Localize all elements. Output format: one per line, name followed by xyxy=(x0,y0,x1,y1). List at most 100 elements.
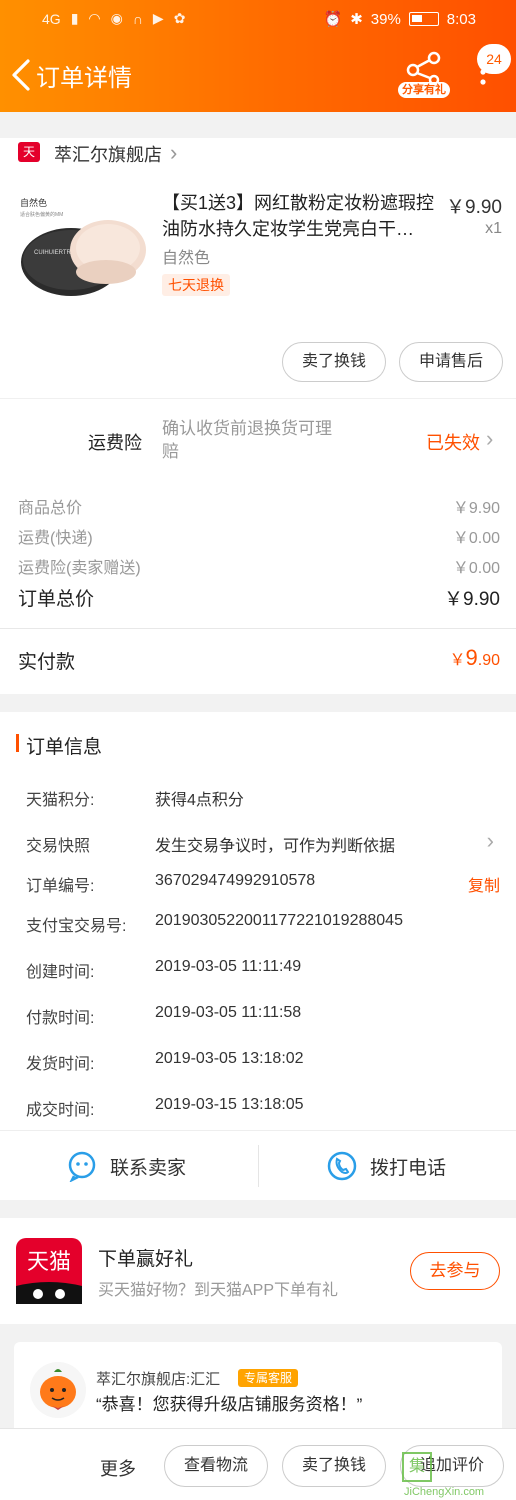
promo-title: 下单赢好礼 xyxy=(98,1249,194,1270)
order-total-line: 订单总价 ￥9.90 xyxy=(18,584,500,611)
price-line-value: ￥9.90 xyxy=(452,500,500,517)
order-info-section: 订单信息 天猫积分: 获得4点积分 交易快照 发生交易争议时，可作为判断依据 ›… xyxy=(0,712,516,1130)
info-key: 创建时间: xyxy=(26,964,95,981)
order-number: 367029474992910578 xyxy=(155,872,316,889)
info-key: 天猫积分: xyxy=(26,792,95,809)
alarm-icon: ⏰ xyxy=(323,11,343,28)
product-image[interactable]: 自然色 适合肤色偏黄的MM CUIHUIERTREE xyxy=(16,190,146,300)
service-message-card[interactable]: 萃汇尔旗舰店:汇汇 专属客服 “恭喜！您获得升级店铺服务资格！” xyxy=(14,1342,502,1442)
battery-percent: 39% xyxy=(370,10,401,28)
price-line-label: 运费(快递) xyxy=(18,530,93,547)
clock-time: 8:03 xyxy=(446,10,476,28)
join-promo-button[interactable]: 去参与 xyxy=(410,1252,500,1290)
price-line-value: ￥0.00 xyxy=(452,530,500,547)
play-icon: ▶ xyxy=(152,10,164,26)
info-value: 2019030522001177221019288045 xyxy=(155,912,403,929)
service-mascot-avatar xyxy=(30,1362,86,1418)
more-actions-button[interactable]: 更多 xyxy=(100,1455,136,1481)
product-variant: 自然色 xyxy=(162,250,211,267)
currency-symbol: ￥ xyxy=(449,652,466,669)
back-arrow-icon[interactable] xyxy=(8,58,34,92)
price-line-shipping: 运费(快递) ￥0.00 xyxy=(18,524,500,548)
info-key: 支付宝交易号: xyxy=(26,918,127,935)
price-line-insurance: 运费险(卖家赠送) ￥0.00 xyxy=(18,554,500,578)
amount-decimal: .90 xyxy=(477,652,500,669)
chevron-right-icon[interactable]: › xyxy=(486,426,493,452)
product-quantity: x1 xyxy=(485,220,502,237)
watermark-glyph: 集 xyxy=(402,1452,432,1482)
promo-subtitle: 买天猫好物？到天猫APP下单有礼 xyxy=(98,1282,339,1299)
tmall-app-logo: 天猫 xyxy=(16,1238,82,1304)
share-icon xyxy=(406,51,441,86)
price-line-value: ￥0.00 xyxy=(452,560,500,577)
call-phone-label: 拨打电话 xyxy=(370,1157,447,1179)
page-title: 订单详情 xyxy=(36,65,132,92)
price-breakdown: 商品总价 ￥9.90 运费(快递) ￥0.00 运费险(卖家赠送) ￥0.00 … xyxy=(0,480,516,628)
price-line-goods: 商品总价 ￥9.90 xyxy=(18,494,500,518)
info-key: 订单编号: xyxy=(26,878,95,895)
info-key: 成交时间: xyxy=(26,1102,95,1119)
contact-row: 联系卖家 拨打电话 xyxy=(0,1130,516,1200)
actual-payment-row: 实付款 ￥9.90 xyxy=(0,628,516,694)
battery-icon xyxy=(408,12,439,26)
insurance-status: 已失效 xyxy=(426,433,480,453)
actual-payment-label: 实付款 xyxy=(18,652,76,673)
info-value: 2019-03-15 13:18:05 xyxy=(155,1096,304,1113)
call-phone-button[interactable]: 拨打电话 xyxy=(326,1149,446,1183)
message-count-badge[interactable]: 24 xyxy=(477,44,511,74)
watermark-text: JiChengXin.com xyxy=(404,1486,485,1498)
info-value: 2019-03-05 13:18:02 xyxy=(155,1050,304,1067)
apply-aftersale-button[interactable]: 申请售后 xyxy=(399,342,503,382)
product-price: ￥9.90 xyxy=(446,197,502,218)
eye-icon: ◉ xyxy=(110,10,123,26)
product-image-label: 自然色 xyxy=(20,197,47,208)
tmall-cat-face-icon xyxy=(16,1282,82,1304)
tmall-logo-text: 天猫 xyxy=(26,1249,71,1274)
bluetooth-icon: ✱ xyxy=(350,11,363,28)
status-right-icons: ⏰ ✱ 39% 8:03 xyxy=(323,10,477,29)
view-logistics-button[interactable]: 查看物流 xyxy=(164,1445,268,1487)
price-line-label: 运费险(卖家赠送) xyxy=(18,560,141,577)
chevron-right-icon[interactable]: › xyxy=(170,140,177,166)
seven-day-return-tag: 七天退换 xyxy=(162,274,230,296)
chevron-right-icon[interactable]: › xyxy=(487,828,494,854)
share-label: 分享有礼 xyxy=(398,82,450,98)
info-key: 发货时间: xyxy=(26,1056,95,1073)
product-title[interactable]: 【买1送3】网红散粉定妆粉遮瑕控油防水持久定妆学生党亮白干… xyxy=(162,190,442,242)
service-agent-name: 萃汇尔旗舰店:汇汇 xyxy=(96,1371,221,1388)
service-message: “恭喜！您获得升级店铺服务资格！” xyxy=(96,1395,363,1414)
actual-payment-value: ￥9.90 xyxy=(449,645,500,671)
store-name[interactable]: 萃汇尔旗舰店 xyxy=(54,141,162,167)
phone-icon xyxy=(327,1151,357,1181)
contact-seller-button[interactable]: 联系卖家 xyxy=(66,1149,186,1183)
info-key: 付款时间: xyxy=(26,1010,95,1027)
tmall-promo-card: 天猫 下单赢好礼 买天猫好物？到天猫APP下单有礼 去参与 xyxy=(0,1218,516,1324)
order-info-title: 订单信息 xyxy=(26,737,103,758)
order-item-card: 天猫 萃汇尔旗舰店 › 自然色 适合肤色偏黄的MM CUIHUIERTREE 【… xyxy=(0,138,516,398)
tmall-store-logo: 天猫 xyxy=(18,142,40,179)
order-total-value: ￥9.90 xyxy=(444,589,500,610)
site-watermark: 集 JiChengXin.com xyxy=(402,1446,514,1498)
sell-for-cash-button[interactable]: 卖了换钱 xyxy=(282,1445,386,1487)
chat-bubble-icon xyxy=(68,1151,96,1182)
contact-seller-label: 联系卖家 xyxy=(110,1157,187,1179)
paw-icon: ✿ xyxy=(173,10,186,26)
insurance-description: 确认收货前退换货可理赔 xyxy=(162,419,332,461)
price-line-label: 商品总价 xyxy=(18,500,83,517)
amount-integer: 9 xyxy=(465,645,478,670)
copy-order-number-button[interactable]: 复制 xyxy=(468,872,500,896)
info-value: 获得4点积分 xyxy=(155,792,244,809)
sell-item-button[interactable]: 卖了换钱 xyxy=(282,342,386,382)
headset-icon: ∩ xyxy=(132,10,143,27)
section-accent-bar xyxy=(16,734,19,752)
product-image-sub: 适合肤色偏黄的MM xyxy=(20,211,63,218)
info-value: 发生交易争议时，可作为判断依据 xyxy=(155,838,396,855)
app-header: 4G ▮ ◠ ◉ ∩ ▶ ✿ ⏰ ✱ 39% 8:03 订单详情 分享有礼 24 xyxy=(0,0,516,112)
info-value: 2019-03-05 11:11:49 xyxy=(155,958,302,975)
share-button[interactable]: 分享有礼 xyxy=(398,50,450,100)
shipping-insurance-row[interactable]: 运费险 确认收货前退换货可理赔 已失效 › xyxy=(0,398,516,480)
status-bar: 4G ▮ ◠ ◉ ∩ ▶ ✿ ⏰ ✱ 39% 8:03 xyxy=(0,8,516,32)
network-indicator: 4G xyxy=(42,10,61,27)
wifi-icon: ◠ xyxy=(88,10,101,26)
status-left-icons: 4G ▮ ◠ ◉ ∩ ▶ ✿ xyxy=(42,10,185,27)
